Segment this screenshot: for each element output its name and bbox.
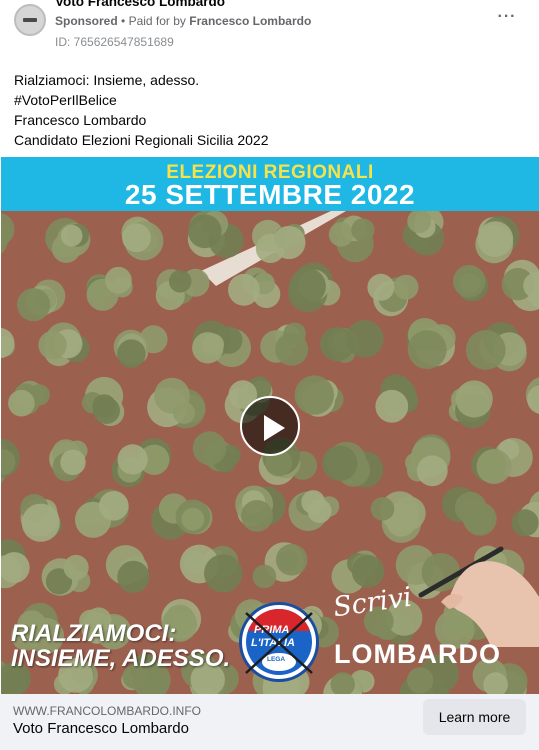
avatar-minus-icon [23,18,37,22]
link-footer[interactable]: WWW.FRANCOLOMBARDO.INFO Voto Francesco L… [0,694,539,750]
olive-tree [252,219,306,263]
vote-cross-icon [245,612,313,674]
ad-header: Voto Francesco Lombardo Sponsored • Paid… [0,0,539,60]
page-avatar[interactable] [14,4,46,36]
learn-more-button[interactable]: Learn more [423,699,526,735]
caption-line: Candidato Elezioni Regionali Sicilia 202… [14,132,269,148]
candidate-name-overlay: LOMBARDO [334,639,501,669]
slogan-line1: RIALZIAMOCI: [11,620,177,647]
paid-for-prefix: Paid for by [128,14,186,28]
link-title[interactable]: Voto Francesco Lombardo [13,720,189,737]
play-button[interactable] [240,396,300,456]
party-logo: PRIMA L'ITALIA LEGA [239,602,319,682]
slogan: RIALZIAMOCI: INSIEME, ADESSO. [11,621,230,671]
separator-dot: • [121,14,129,28]
sponsored-line: Sponsored • Paid for by Francesco Lombar… [55,14,311,28]
paid-for-name[interactable]: Francesco Lombardo [189,14,311,28]
video-media[interactable]: ELEZIONI REGIONALI 25 SETTEMBRE 2022 RIA… [1,157,539,694]
caption-line: Francesco Lombardo [14,112,147,128]
election-banner: ELEZIONI REGIONALI 25 SETTEMBRE 2022 [1,157,539,211]
caption-line: Rialziamoci: Insieme, adesso. [14,72,200,88]
sponsored-label: Sponsored [55,14,118,28]
post-caption: Rialziamoci: Insieme, adesso. #VotoPerIl… [14,70,524,150]
more-options-icon[interactable]: ··· [494,8,520,30]
caption-hashtag[interactable]: #VotoPerIlBelice [14,90,524,110]
writing-hand-illustration [418,546,539,647]
banner-date-text: 25 SETTEMBRE 2022 [124,179,416,210]
ad-id: ID: 765626547851689 [55,35,174,49]
link-domain[interactable]: WWW.FRANCOLOMBARDO.INFO [13,704,201,718]
slogan-line2: INSIEME, ADESSO. [11,645,231,672]
play-icon [264,415,285,441]
page-name[interactable]: Voto Francesco Lombardo [55,0,225,9]
